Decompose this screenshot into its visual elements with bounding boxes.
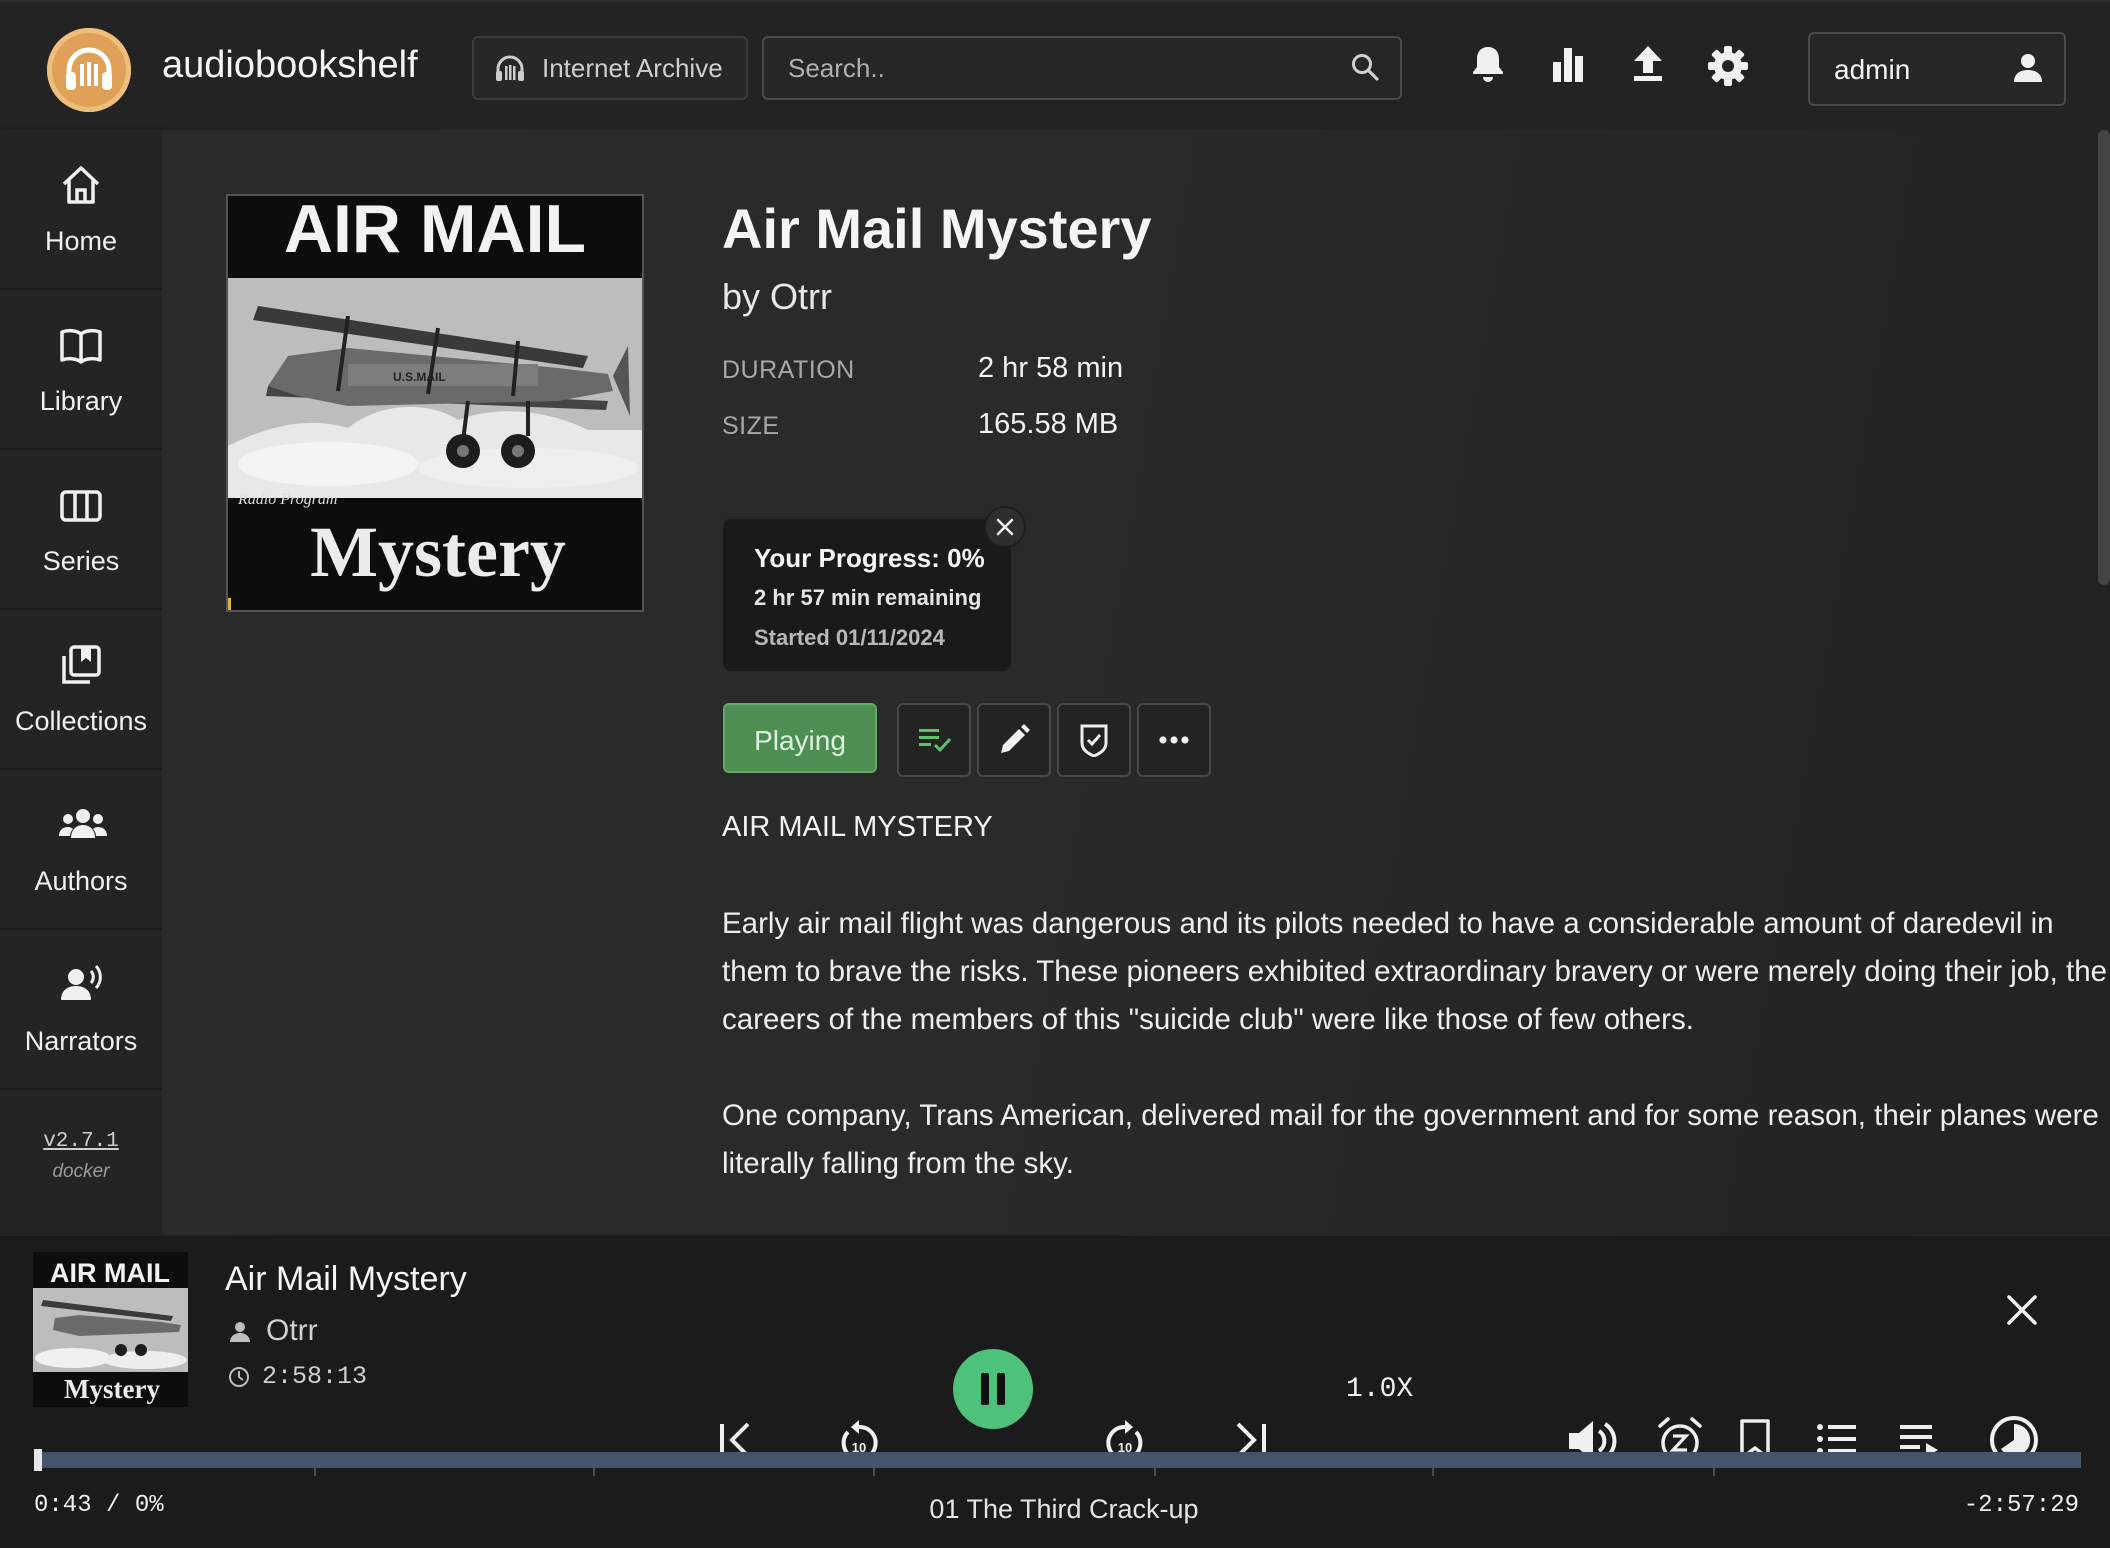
- home-icon: [62, 166, 100, 204]
- top-bar: audiobookshelf Internet Archive Search..…: [0, 0, 2110, 132]
- size-value: 165.58 MB: [978, 408, 1119, 440]
- search-box: [762, 36, 1402, 100]
- sidebar: Home Library Series Collections Authors …: [0, 130, 162, 1234]
- close-player-icon[interactable]: [2004, 1292, 2040, 1328]
- book-open-icon: [60, 328, 102, 364]
- chapter-tick: [314, 1468, 317, 1476]
- book-details-panel: AIR MAIL U.S.MAIL Radio Program Mystery: [162, 130, 2110, 1234]
- description-heading: AIR MAIL MYSTERY: [722, 811, 993, 843]
- description-paragraph: One company, Trans American, delivered m…: [722, 1099, 2099, 1180]
- add-to-queue-button[interactable]: [897, 703, 971, 777]
- sidebar-item-collections[interactable]: Collections: [0, 610, 162, 770]
- sidebar-item-narrators[interactable]: Narrators: [0, 930, 162, 1090]
- player-cover-art-image: AIR MAIL Mystery: [33, 1252, 188, 1407]
- more-options-button[interactable]: [1137, 703, 1211, 777]
- progress-track[interactable]: [34, 1449, 2081, 1471]
- sidebar-item-authors[interactable]: Authors: [0, 770, 162, 930]
- sidebar-item-library[interactable]: Library: [0, 290, 162, 450]
- book-description: Early air mail flight was dangerous and …: [722, 900, 2110, 1234]
- clear-progress-button[interactable]: [984, 506, 1026, 548]
- pause-button[interactable]: [952, 1348, 1034, 1430]
- current-chapter[interactable]: 01 The Third Crack-up: [0, 1494, 2110, 1525]
- progress-fill: [34, 1449, 43, 1471]
- library-selector[interactable]: Internet Archive: [472, 36, 748, 100]
- player-cover-top-text: AIR MAIL: [50, 1258, 170, 1288]
- mark-finished-button[interactable]: [1057, 703, 1131, 777]
- settings-gear-icon[interactable]: [1706, 44, 1750, 88]
- user-account-button[interactable]: admin: [1808, 32, 2066, 106]
- cover-art-image: AIR MAIL U.S.MAIL Radio Program Mystery: [228, 196, 642, 610]
- shield-check-icon: [1080, 724, 1108, 757]
- cover-band-text: Radio Program: [237, 491, 337, 508]
- library-name: Internet Archive: [542, 53, 723, 83]
- sidebar-item-label: Home: [44, 226, 118, 256]
- progress-remaining: 2 hr 57 min remaining: [754, 585, 982, 610]
- duration-value: 2 hr 58 min: [978, 352, 1124, 384]
- plane-fuselage-text: U.S.MAIL: [393, 370, 446, 384]
- author-person-icon: [230, 1322, 250, 1342]
- upload-icon[interactable]: [1630, 44, 1666, 84]
- build-type: docker: [52, 1161, 110, 1182]
- app-name[interactable]: audiobookshelf: [162, 44, 418, 87]
- close-icon: [996, 518, 1014, 536]
- pencil-icon: [1001, 724, 1030, 753]
- sidebar-item-label: Collections: [14, 706, 148, 736]
- chapter-tick: [1712, 1468, 1715, 1476]
- authors-icon: [59, 809, 107, 838]
- sidebar-item-series[interactable]: Series: [0, 450, 162, 610]
- notifications-bell-icon[interactable]: [1470, 44, 1506, 84]
- sidebar-item-label: Narrators: [24, 1026, 138, 1056]
- search-input[interactable]: [786, 51, 1310, 85]
- collections-icon: [62, 645, 101, 684]
- duration-label: DURATION: [722, 356, 855, 384]
- progress-headline: Your Progress: 0%: [754, 543, 985, 573]
- headphones-logo-icon: [66, 47, 112, 90]
- player-cover[interactable]: AIR MAIL Mystery: [33, 1252, 188, 1407]
- version-link[interactable]: v2.7.1: [0, 1130, 162, 1153]
- chapter-tick: [873, 1468, 876, 1476]
- user-icon: [2014, 54, 2042, 82]
- library-headphones-icon: [496, 55, 524, 81]
- cover-top-text: AIR MAIL: [284, 196, 586, 267]
- narrator-icon: [61, 964, 102, 1000]
- queue-check-icon: [919, 729, 952, 753]
- chapter-tick: [1153, 1468, 1156, 1476]
- more-horizontal-icon: [1159, 736, 1189, 744]
- columns-icon: [60, 490, 102, 522]
- player-duration: 2:58:13: [262, 1362, 368, 1391]
- edit-button[interactable]: [977, 703, 1051, 777]
- stats-chart-icon[interactable]: [1550, 44, 1586, 84]
- chapter-tick: [592, 1468, 595, 1476]
- player-title[interactable]: Air Mail Mystery: [225, 1260, 467, 1299]
- time-remaining: -2:57:29: [1963, 1492, 2079, 1519]
- sidebar-item-label: Authors: [34, 866, 128, 896]
- chapter-tick: [1432, 1468, 1435, 1476]
- player-author[interactable]: Otrr: [266, 1314, 318, 1348]
- search-icon[interactable]: [1350, 52, 1380, 82]
- book-title: Air Mail Mystery: [722, 197, 1152, 260]
- cover-bottom-text: Mystery: [310, 512, 566, 592]
- clock-icon: [229, 1367, 249, 1387]
- size-label: SIZE: [722, 412, 780, 440]
- description-paragraph: Early air mail flight was dangerous and …: [722, 907, 2108, 1036]
- progress-card: Your Progress: 0% 2 hr 57 min remaining …: [723, 519, 1011, 671]
- progress-started: Started 01/11/2024: [754, 625, 945, 650]
- scrollbar[interactable]: [2098, 130, 2110, 585]
- username: admin: [1834, 54, 1911, 85]
- sidebar-item-label: Library: [39, 386, 123, 416]
- book-cover[interactable]: AIR MAIL U.S.MAIL Radio Program Mystery: [226, 194, 644, 612]
- playing-button[interactable]: Playing: [723, 703, 877, 773]
- playback-speed[interactable]: 1.0X: [1346, 1374, 1413, 1405]
- app-logo[interactable]: [47, 28, 131, 112]
- player-cover-bottom-text: Mystery: [64, 1374, 160, 1404]
- sidebar-item-home[interactable]: Home: [0, 130, 162, 290]
- sidebar-item-label: Series: [42, 546, 120, 576]
- version-info: v2.7.1 docker: [0, 1130, 162, 1183]
- book-author[interactable]: by Otrr: [722, 276, 832, 318]
